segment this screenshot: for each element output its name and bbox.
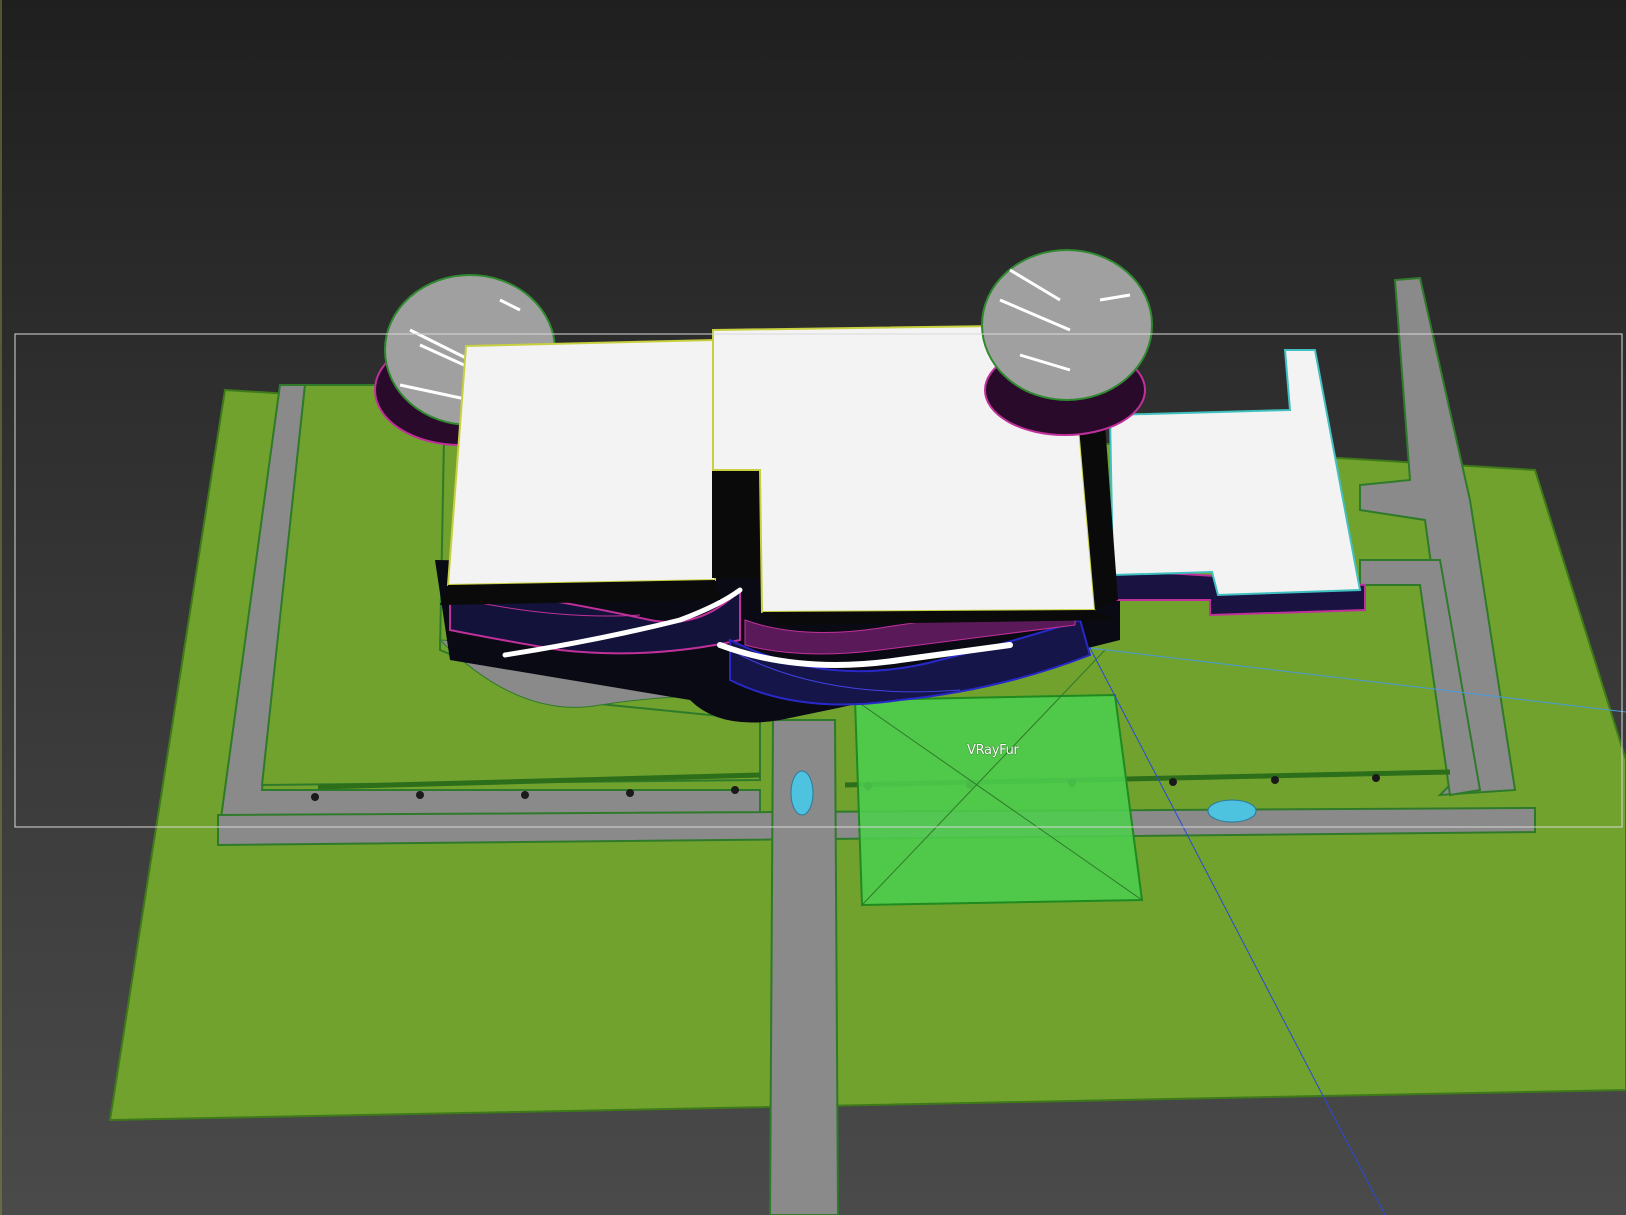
building-connector xyxy=(712,468,762,578)
rotunda-right-roof[interactable] xyxy=(981,249,1153,401)
vrayfur-object-label: VRayFur xyxy=(967,743,1019,758)
roof-right-wing[interactable] xyxy=(1108,349,1362,597)
water-pool-left[interactable] xyxy=(790,770,814,816)
roof-block-left[interactable] xyxy=(446,338,716,587)
scene-canvas[interactable] xyxy=(0,0,1626,1215)
water-pool-right[interactable] xyxy=(1207,799,1257,823)
3d-perspective-viewport[interactable]: VRayFur xyxy=(0,0,1626,1215)
